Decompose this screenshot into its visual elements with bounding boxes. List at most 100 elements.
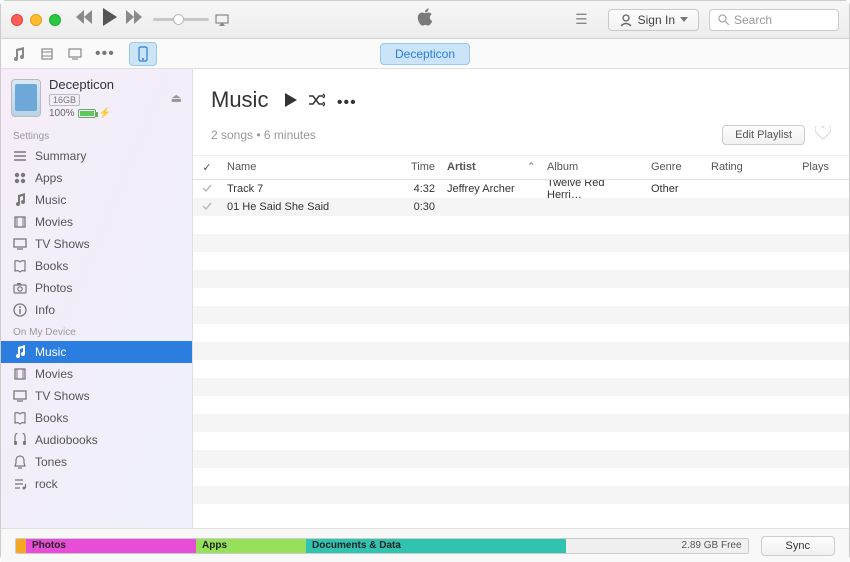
col-genre[interactable]: Genre bbox=[645, 161, 705, 174]
page-title: Music bbox=[211, 87, 268, 113]
sidebar-item-label: Books bbox=[35, 259, 68, 273]
device-thumbnail-icon bbox=[11, 79, 41, 117]
charging-icon: ⚡ bbox=[99, 108, 111, 119]
more-actions-button[interactable]: ••• bbox=[337, 95, 357, 111]
storage-docs-segment: Documents & Data bbox=[306, 539, 566, 553]
table-body: Track 74:32Jeffrey ArcherTwelve Red Herr… bbox=[193, 180, 849, 528]
device-chip[interactable] bbox=[129, 42, 157, 66]
empty-row bbox=[193, 486, 849, 504]
empty-row bbox=[193, 360, 849, 378]
row-genre: Other bbox=[645, 183, 705, 195]
sidebar-item-d-tvshows[interactable]: TV Shows bbox=[1, 385, 192, 407]
library-toolbar: ••• Decepticon bbox=[1, 39, 849, 69]
storage-bar: Photos Apps Documents & Data 2.89 GB Fre… bbox=[15, 538, 749, 554]
list-view-icon[interactable]: ☰ bbox=[575, 11, 588, 28]
col-artist[interactable]: Artist⌃ bbox=[441, 161, 541, 174]
sidebar-item-movies[interactable]: Movies bbox=[1, 211, 192, 233]
chevron-down-icon bbox=[680, 17, 688, 23]
sidebar-item-summary[interactable]: Summary bbox=[1, 145, 192, 167]
sidebar-item-books[interactable]: Books bbox=[1, 255, 192, 277]
sidebar: Decepticon 16GB 100% ⚡ ⏏ Settings Summar… bbox=[1, 69, 193, 528]
col-time[interactable]: Time bbox=[389, 161, 441, 174]
next-button[interactable] bbox=[125, 10, 143, 29]
device-tab[interactable]: Decepticon bbox=[380, 43, 470, 65]
music-library-icon[interactable] bbox=[11, 46, 27, 62]
apple-logo-icon bbox=[416, 7, 434, 32]
sidebar-item-d-music[interactable]: Music bbox=[1, 341, 192, 363]
col-album[interactable]: Album bbox=[541, 161, 645, 174]
tv-icon bbox=[13, 237, 27, 251]
music-icon bbox=[13, 193, 27, 207]
search-input[interactable]: Search bbox=[709, 9, 839, 31]
user-icon bbox=[619, 13, 633, 27]
sidebar-item-label: Summary bbox=[35, 149, 86, 163]
col-rating[interactable]: Rating bbox=[705, 161, 775, 174]
favorite-icon[interactable] bbox=[815, 126, 831, 145]
tv-library-icon[interactable] bbox=[67, 46, 83, 62]
sidebar-item-label: TV Shows bbox=[35, 237, 90, 251]
sidebar-item-d-books[interactable]: Books bbox=[1, 407, 192, 429]
transport-controls bbox=[75, 8, 143, 31]
storage-free-segment: 2.89 GB Free bbox=[566, 539, 748, 553]
info-icon bbox=[13, 303, 27, 317]
section-on-my-device: On My Device bbox=[1, 321, 192, 341]
sidebar-item-label: Books bbox=[35, 411, 68, 425]
row-name: Track 7 bbox=[221, 183, 389, 195]
sidebar-item-tvshows[interactable]: TV Shows bbox=[1, 233, 192, 255]
film-icon bbox=[13, 215, 27, 229]
minimize-button[interactable] bbox=[30, 14, 42, 26]
shuffle-button[interactable] bbox=[309, 93, 325, 112]
audiobook-icon bbox=[13, 433, 27, 447]
table-row[interactable]: Track 74:32Jeffrey ArcherTwelve Red Herr… bbox=[193, 180, 849, 198]
more-icon[interactable]: ••• bbox=[95, 46, 115, 62]
empty-row bbox=[193, 288, 849, 306]
sync-button[interactable]: Sync bbox=[761, 536, 835, 556]
sidebar-item-music[interactable]: Music bbox=[1, 189, 192, 211]
sidebar-item-label: Movies bbox=[35, 367, 73, 381]
empty-row bbox=[193, 414, 849, 432]
col-plays[interactable]: Plays bbox=[775, 161, 835, 174]
sidebar-item-label: Audiobooks bbox=[35, 433, 98, 447]
sidebar-item-apps[interactable]: Apps bbox=[1, 167, 192, 189]
sidebar-item-label: TV Shows bbox=[35, 389, 90, 403]
table-row[interactable]: 01 He Said She Said0:30 bbox=[193, 198, 849, 216]
previous-button[interactable] bbox=[75, 10, 93, 29]
device-name: Decepticon bbox=[49, 77, 163, 92]
play-all-button[interactable] bbox=[285, 93, 297, 112]
sidebar-item-label: Photos bbox=[35, 281, 72, 295]
edit-playlist-button[interactable]: Edit Playlist bbox=[722, 125, 805, 145]
sidebar-item-d-rock[interactable]: rock bbox=[1, 473, 192, 495]
sidebar-item-d-audiobooks[interactable]: Audiobooks bbox=[1, 429, 192, 451]
maximize-button[interactable] bbox=[49, 14, 61, 26]
col-checked[interactable]: ✓ bbox=[193, 161, 221, 174]
empty-row bbox=[193, 504, 849, 522]
signin-button[interactable]: Sign In bbox=[608, 9, 699, 31]
play-button[interactable] bbox=[101, 8, 117, 31]
eject-button[interactable]: ⏏ bbox=[171, 91, 182, 105]
empty-row bbox=[193, 216, 849, 234]
sidebar-item-d-movies[interactable]: Movies bbox=[1, 363, 192, 385]
empty-row bbox=[193, 324, 849, 342]
sidebar-item-label: Music bbox=[35, 193, 66, 207]
battery-percent: 100% bbox=[49, 108, 75, 119]
battery-icon bbox=[78, 109, 96, 118]
sidebar-item-label: rock bbox=[35, 477, 58, 491]
storage-audio-segment bbox=[16, 539, 26, 553]
apps-icon bbox=[13, 171, 27, 185]
sidebar-item-d-tones[interactable]: Tones bbox=[1, 451, 192, 473]
airplay-icon[interactable] bbox=[215, 14, 229, 26]
sidebar-item-label: Movies bbox=[35, 215, 73, 229]
col-name[interactable]: Name bbox=[221, 161, 389, 174]
volume-slider[interactable] bbox=[153, 14, 229, 26]
sort-asc-icon: ⌃ bbox=[527, 161, 535, 172]
empty-row bbox=[193, 234, 849, 252]
sidebar-item-photos[interactable]: Photos bbox=[1, 277, 192, 299]
close-button[interactable] bbox=[11, 14, 23, 26]
content-area: Music ••• 2 songs • 6 minutes Edit Playl… bbox=[193, 69, 849, 528]
movies-library-icon[interactable] bbox=[39, 46, 55, 62]
film-icon bbox=[13, 367, 27, 381]
sidebar-item-info[interactable]: Info bbox=[1, 299, 192, 321]
row-artist: Jeffrey Archer bbox=[441, 183, 541, 195]
window-titlebar: ☰ Sign In Search bbox=[1, 1, 849, 39]
signin-label: Sign In bbox=[638, 13, 675, 27]
